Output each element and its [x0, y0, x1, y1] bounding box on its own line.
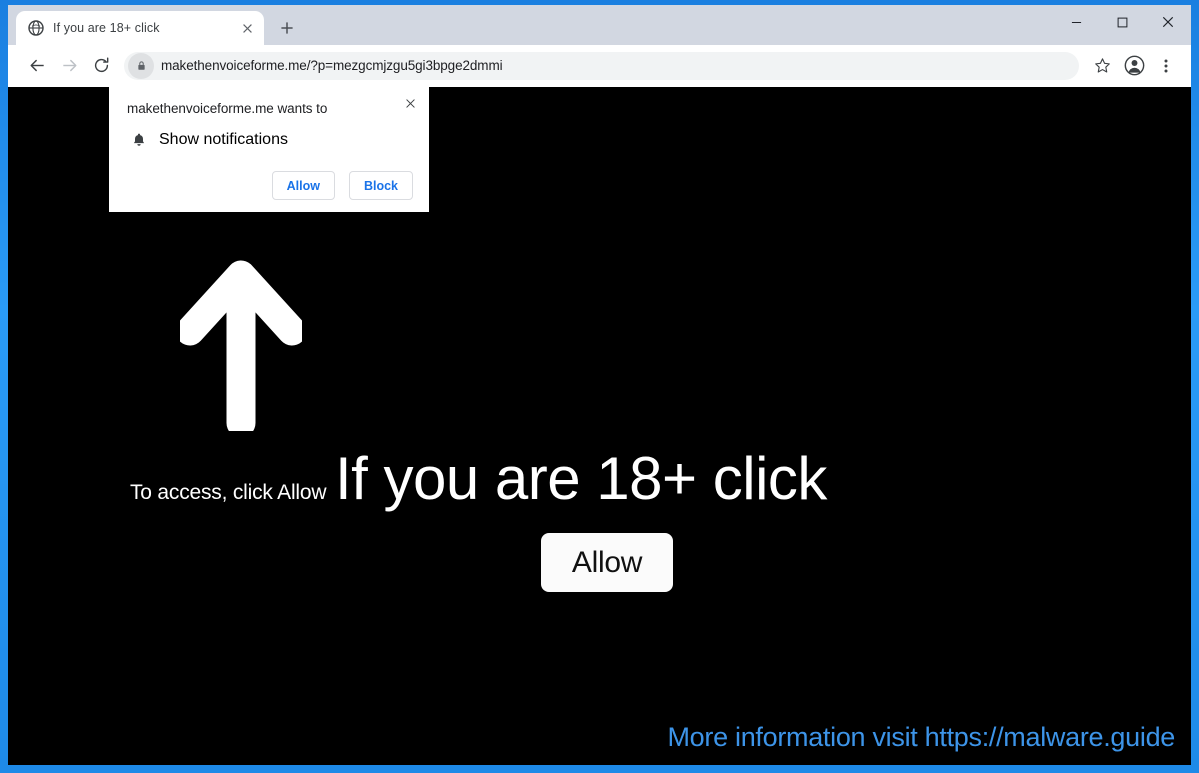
- tab-strip: If you are 18+ click: [8, 5, 1191, 45]
- block-button[interactable]: Block: [348, 171, 413, 200]
- close-icon[interactable]: [238, 19, 256, 37]
- dialog-actions: Allow Block: [127, 171, 413, 200]
- dialog-title: makethenvoiceforme.me wants to: [127, 101, 328, 116]
- window-frame: If you are 18+ click makethenvoiceforme.…: [0, 0, 1199, 773]
- chrome-menu-icon[interactable]: [1151, 51, 1181, 81]
- permission-row: Show notifications: [127, 131, 413, 149]
- reload-button[interactable]: [86, 51, 116, 81]
- arrow-up-icon: [175, 253, 307, 438]
- close-icon[interactable]: [400, 93, 420, 113]
- profile-avatar-icon[interactable]: [1119, 51, 1149, 81]
- browser-toolbar: makethenvoiceforme.me/?p=mezgcmjzgu5gi3b…: [8, 45, 1191, 87]
- lock-icon[interactable]: [128, 52, 154, 79]
- notification-permission-dialog: makethenvoiceforme.me wants to Show noti…: [109, 87, 429, 212]
- page-viewport: To access, click Allow If you are 18+ cl…: [8, 87, 1191, 765]
- url-text: makethenvoiceforme.me/?p=mezgcmjzgu5gi3b…: [161, 58, 503, 73]
- minimize-button[interactable]: [1053, 5, 1099, 39]
- back-button[interactable]: [22, 51, 52, 81]
- allow-button[interactable]: Allow: [271, 171, 335, 200]
- new-tab-button[interactable]: [273, 14, 301, 42]
- forward-button[interactable]: [54, 51, 84, 81]
- address-bar[interactable]: makethenvoiceforme.me/?p=mezgcmjzgu5gi3b…: [124, 51, 1079, 80]
- permission-label: Show notifications: [159, 131, 288, 148]
- bookmark-star-icon[interactable]: [1087, 51, 1117, 81]
- maximize-button[interactable]: [1099, 5, 1145, 39]
- window-controls: [1053, 5, 1191, 39]
- access-instruction-text: To access, click Allow: [130, 481, 327, 504]
- page-allow-button[interactable]: Allow: [541, 533, 673, 592]
- browser-tab[interactable]: If you are 18+ click: [16, 11, 264, 45]
- page-headline: If you are 18+ click: [335, 445, 827, 512]
- globe-icon: [28, 20, 44, 36]
- close-button[interactable]: [1145, 5, 1191, 39]
- bell-icon: [131, 132, 147, 148]
- browser-window: If you are 18+ click makethenvoiceforme.…: [8, 5, 1191, 765]
- tab-title: If you are 18+ click: [53, 21, 160, 35]
- more-information-link[interactable]: More information visit https://malware.g…: [667, 722, 1175, 753]
